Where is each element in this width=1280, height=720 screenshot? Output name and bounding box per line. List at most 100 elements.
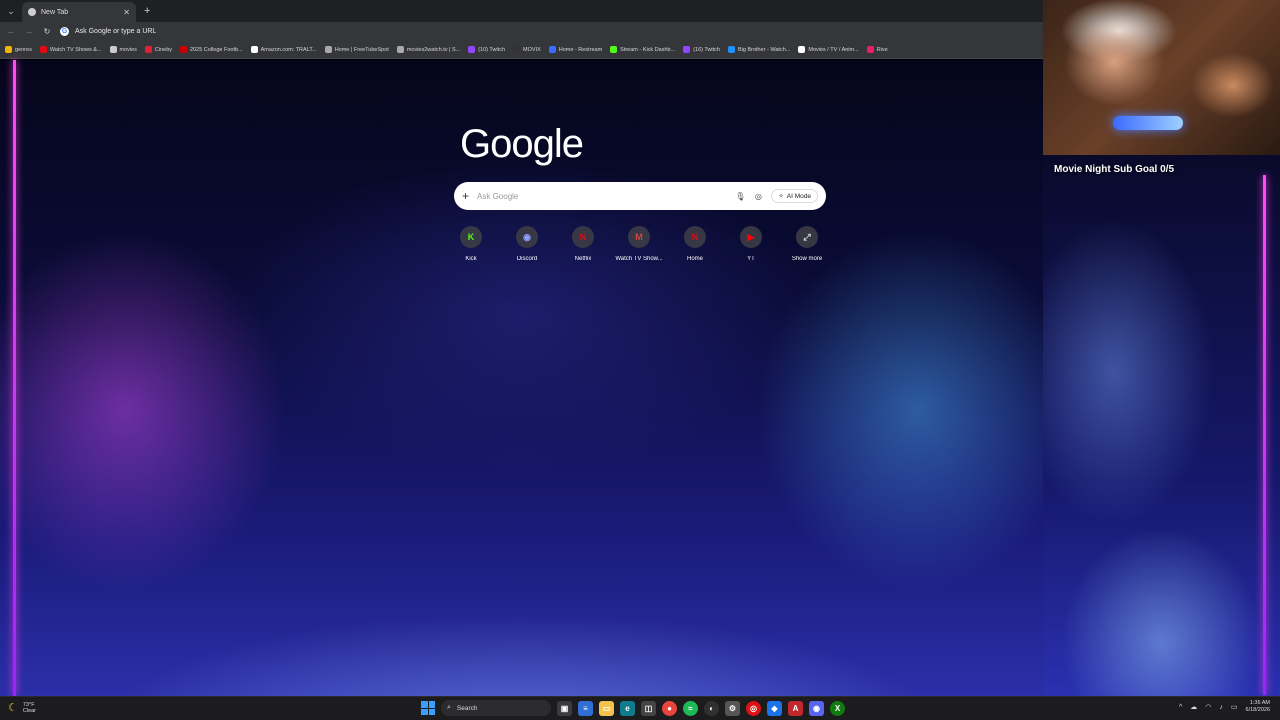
chrome-favicon-icon [28,8,36,16]
ai-mode-button[interactable]: ✧ AI Mode [771,189,818,203]
shortcut-icon: ▶ [740,226,762,248]
shortcut-tile[interactable]: K Kick [443,226,499,262]
shortcut-icon: ⤢ [796,226,818,248]
tab-title: New Tab [41,8,69,16]
windows-start-icon[interactable] [421,701,435,715]
microphone-icon[interactable]: 🎙 [735,191,745,201]
obs-icon[interactable]: ◐ [704,700,719,716]
clock-time: 1:36 AM [1249,700,1270,706]
search-box[interactable]: + 🎙 ◎ ✧ AI Mode [454,182,826,210]
task-view-icon[interactable]: ▣ [557,700,572,716]
omnibox-text[interactable]: Ask Google or type a URL [75,28,156,35]
tab-new-tab[interactable]: New Tab ✕ [22,2,136,22]
clock-date: 6/18/2026 [1245,707,1270,713]
tab-search-icon[interactable]: ⌄ [0,0,22,22]
shortcut-icon: ◉ [516,226,538,248]
browser-toolbar: ← → ↻ G Ask Google or type a URL [0,22,1043,41]
shortcut-icon: K [460,226,482,248]
bookmark-label: Big Brother - Watch... [737,46,791,53]
shortcut-tile[interactable]: N Netflix [555,226,611,262]
app-red-icon[interactable]: ◎ [746,700,761,716]
bookmark-favicon-icon [866,46,874,53]
bookmark-item[interactable]: (10) Twitch [468,46,505,53]
bookmark-item[interactable]: Stream - Kick Dashb... [610,46,675,53]
bookmark-item[interactable]: Rive [866,46,888,53]
weather-widget[interactable]: ☾ 73°F Clear [8,701,36,715]
bookmark-item[interactable]: Amazon.com: TRALT... [250,46,317,53]
search-input[interactable] [477,191,728,201]
bookmark-label: Home - Restream [558,46,603,53]
bookmark-item[interactable]: Movies / TV / Anim... [798,46,859,53]
battery-icon[interactable]: ▭ [1231,703,1238,711]
reload-icon[interactable]: ↻ [42,27,52,36]
shortcut-label: Watch TV Show... [615,256,663,262]
forward-icon[interactable]: → [24,27,34,36]
bookmark-item[interactable]: Cineby [144,46,173,53]
bookmark-label: Stream - Kick Dashb... [620,46,676,53]
bookmark-favicon-icon [324,46,332,53]
omnibox[interactable]: G Ask Google or type a URL [60,24,1037,39]
bookmark-label: Rive [876,46,888,53]
bookmark-item[interactable]: MOVIX [513,46,541,53]
xbox-icon[interactable]: X [830,700,845,716]
bookmark-item[interactable]: movies2watch.tv | S... [396,46,460,53]
google-logo: Google [460,122,584,166]
bookmark-label: Cineby [154,46,173,53]
new-tab-button[interactable]: + [144,5,150,17]
bookmark-favicon-icon [683,46,691,53]
bookmark-item[interactable]: Home | FreeTubeSpot [324,46,389,53]
shortcut-tile[interactable]: M Watch TV Show... [611,226,667,262]
bookmark-favicon-icon [144,46,152,53]
add-icon[interactable]: + [462,189,469,203]
shortcut-icon: M [628,226,650,248]
shortcut-label: Discord [516,256,538,262]
close-tab-icon[interactable]: ✕ [123,8,130,17]
bookmark-item[interactable]: movies [109,46,137,53]
store-icon[interactable]: ◫ [641,700,656,716]
ai-spark-icon: ✧ [778,193,784,200]
discord-icon[interactable]: ◉ [809,700,824,716]
webcam-feed [1043,0,1280,155]
notes-icon[interactable]: ≡ [578,700,593,716]
volume-icon[interactable]: ♪ [1219,704,1223,711]
taskbar-apps: ⌕ Search ▣ ≡ ▭ e ◫ ● ≈ ◐ ⚙ ◎ ◆ A ◉ X [421,700,845,716]
edge-icon[interactable]: e [620,700,635,716]
taskbar-search[interactable]: ⌕ Search [441,700,551,716]
spotify-icon[interactable]: ≈ [683,700,698,716]
adobe-icon[interactable]: A [788,700,803,716]
bookmark-item[interactable]: Big Brother - Watch... [727,46,791,53]
bookmarks-bar: genres Watch TV Shows &... movies Cineby 202… [0,41,1043,59]
shortcut-tile[interactable]: N Home [667,226,723,262]
bookmark-favicon-icon [548,46,556,53]
bookmark-item[interactable]: Watch TV Shows &... [39,46,102,53]
bookmark-item[interactable]: (16) Twitch [683,46,720,53]
bookmark-item[interactable]: 2025 College Footb... [180,46,243,53]
bookmark-item[interactable]: genres [5,46,32,53]
back-icon[interactable]: ← [6,27,16,36]
settings-gear-icon[interactable]: ⚙ [725,700,740,716]
shortcut-tile[interactable]: ◉ Discord [499,226,555,262]
shortcut-tile[interactable]: ⤢ Show more [779,226,835,262]
search-icon: ⌕ [447,704,451,711]
shortcut-tile[interactable]: ▶ YT [723,226,779,262]
ai-mode-label: AI Mode [786,192,811,200]
bookmark-label: 2025 College Footb... [190,46,243,53]
bookmark-label: Movies / TV / Anim... [808,46,859,53]
clock[interactable]: 1:36 AM 6/18/2026 [1246,700,1270,714]
bookmark-favicon-icon [250,46,258,53]
wifi-icon[interactable]: ◠ [1205,703,1211,711]
shortcut-label: Netflix [574,256,592,262]
bookmark-label: (10) Twitch [478,46,506,53]
frame-border-left [13,60,16,696]
chrome-icon[interactable]: ● [662,700,677,716]
tray-chevron-icon[interactable]: ^ [1179,704,1182,711]
bookmark-favicon-icon [5,46,12,53]
bookmark-item[interactable]: Home - Restream [548,46,603,53]
app-blue-icon[interactable]: ◆ [767,700,782,716]
screen: ⌄ New Tab ✕ + ← → ↻ G Ask Google or type… [0,0,1280,720]
file-explorer-icon[interactable]: ▭ [599,700,614,716]
network-icon[interactable]: ☁ [1190,703,1197,711]
lens-camera-icon[interactable]: ◎ [753,191,763,201]
bookmark-favicon-icon [468,46,476,53]
weather-temp: 73°F [22,701,35,708]
